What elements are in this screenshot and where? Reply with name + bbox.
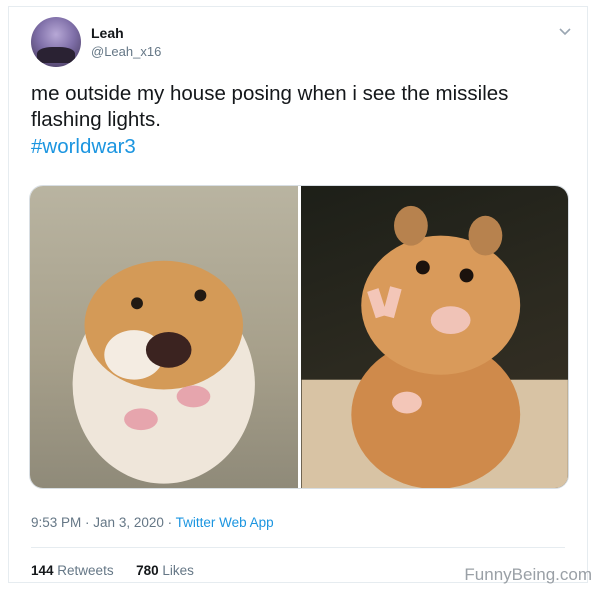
- hamster-photo-peace-sign[interactable]: [300, 186, 568, 488]
- like-count[interactable]: 780: [136, 563, 159, 578]
- tweet-card: Leah @Leah_x16 me outside my house posin…: [8, 6, 588, 583]
- user-handle[interactable]: @Leah_x16: [91, 44, 161, 59]
- tweet-meta: 9:53 PM · Jan 3, 2020 · Twitter Web App: [31, 515, 274, 530]
- hamster-photo-scared[interactable]: [30, 186, 298, 488]
- tweet-text: me outside my house posing when i see th…: [31, 82, 509, 131]
- tweet-time[interactable]: 9:53 PM: [31, 515, 81, 530]
- like-label[interactable]: Likes: [162, 563, 194, 578]
- hashtag-link[interactable]: #worldwar3: [31, 135, 136, 159]
- divider: [31, 547, 565, 548]
- tweet-date[interactable]: Jan 3, 2020: [93, 515, 164, 530]
- avatar[interactable]: [31, 17, 81, 67]
- tweet-stats: 144 Retweets 780 Likes: [31, 563, 194, 578]
- retweet-count[interactable]: 144: [31, 563, 54, 578]
- chevron-down-icon[interactable]: [557, 23, 573, 39]
- user-name[interactable]: Leah: [91, 25, 124, 41]
- tweet-media[interactable]: [29, 185, 569, 489]
- retweet-label[interactable]: Retweets: [57, 563, 113, 578]
- tweet-source[interactable]: Twitter Web App: [176, 515, 274, 530]
- watermark: FunnyBeing.com: [464, 565, 592, 584]
